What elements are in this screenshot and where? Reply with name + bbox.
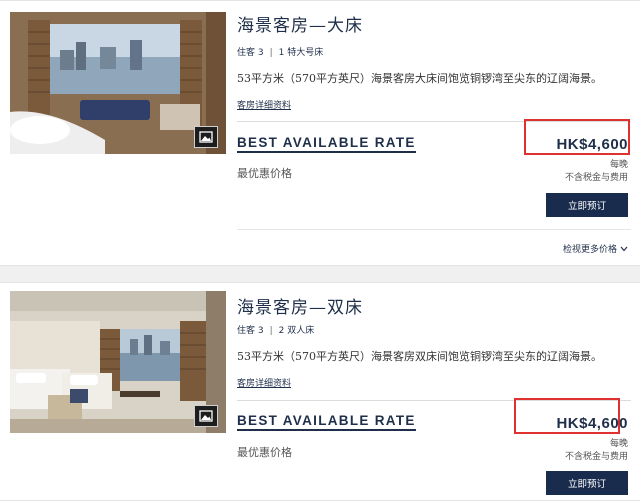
room-description: 53平方米（570平方英尺）海景客房大床间饱览铜锣湾至尖东的辽阔海景。	[237, 72, 602, 85]
more-rates-link[interactable]: 检视更多价格	[563, 242, 628, 255]
gallery-icon	[199, 131, 213, 143]
tax-note: 不含税金与费用	[564, 452, 628, 462]
room-price: HK$4,600	[556, 136, 628, 153]
room-occupancy: 住客 3 | 1 特大号床	[237, 45, 323, 58]
room-title: 海景客房—大床	[237, 16, 363, 36]
room-title: 海景客房—双床	[237, 298, 363, 318]
rate-subtitle: 最优惠价格	[237, 446, 292, 459]
gallery-button[interactable]	[194, 405, 218, 427]
divider	[237, 229, 631, 230]
room-details-link[interactable]: 客房详细资料	[237, 98, 291, 111]
tax-note: 不含税金与费用	[564, 173, 628, 183]
book-now-button[interactable]: 立即预订	[546, 471, 628, 495]
bed-type: 1 特大号床	[278, 48, 324, 58]
price-per-night: 每晚	[609, 439, 628, 449]
rate-subtitle: 最优惠价格	[237, 167, 292, 180]
room-card-king: 海景客房—大床 住客 3 | 1 特大号床 53平方米（570平方英尺）海景客房大床…	[0, 0, 640, 266]
bed-type: 2 双人床	[278, 326, 315, 336]
guest-count: 住客 3	[237, 326, 264, 336]
rate-name[interactable]: BEST AVAILABLE RATE	[237, 135, 416, 153]
room-photo-king[interactable]	[10, 12, 226, 154]
room-occupancy: 住客 3 | 2 双人床	[237, 323, 314, 336]
gallery-icon	[199, 410, 213, 422]
room-description: 53平方米（570平方英尺）海景客房双床间饱览铜锣湾至尖东的辽阔海景。	[237, 350, 602, 363]
gallery-button[interactable]	[194, 126, 218, 148]
rate-name[interactable]: BEST AVAILABLE RATE	[237, 413, 416, 431]
book-now-button[interactable]: 立即预订	[546, 193, 628, 217]
room-card-twin: 海景客房—双床 住客 3 | 2 双人床 53平方米（570平方英尺）海景客房双床间…	[0, 282, 640, 501]
chevron-down-icon	[620, 245, 628, 255]
room-price: HK$4,600	[556, 415, 628, 432]
divider: |	[269, 326, 273, 336]
room-photo-twin[interactable]	[10, 291, 226, 433]
guest-count: 住客 3	[237, 48, 264, 58]
room-details-link[interactable]: 客房详细资料	[237, 376, 291, 389]
divider: |	[269, 48, 273, 58]
price-per-night: 每晚	[609, 160, 628, 170]
more-rates-label: 检视更多价格	[562, 245, 617, 255]
